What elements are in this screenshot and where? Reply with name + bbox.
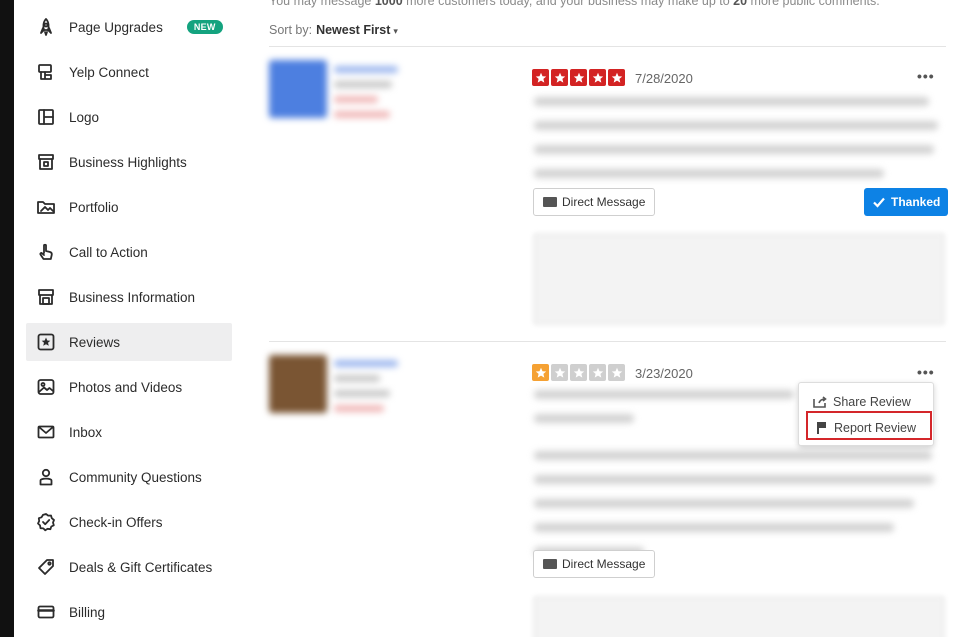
star-rating [532, 364, 625, 381]
sidebar-item-community-questions[interactable]: Community Questions [26, 458, 232, 496]
share-icon [813, 396, 827, 408]
reviewer-info-blurred [334, 360, 404, 420]
reviews-main: You may message 1000 more customers toda… [266, 0, 949, 637]
envelope-icon [35, 421, 57, 443]
sidebar-item-label: Check-in Offers [69, 514, 163, 530]
envelope-icon [543, 197, 557, 207]
star-filled-icon [570, 69, 587, 86]
star-filled-icon [532, 364, 549, 381]
sidebar-item-label: Logo [69, 109, 100, 125]
more-options-menu[interactable]: ••• [917, 68, 935, 84]
sidebar-item-label: Portfolio [69, 199, 119, 215]
more-options-menu[interactable]: ••• [917, 364, 935, 380]
star-empty-icon [570, 364, 587, 381]
photo-icon [35, 376, 57, 398]
sidebar-item-label: Page Upgrades [69, 19, 163, 35]
sidebar-item-inbox[interactable]: Inbox [26, 413, 232, 451]
sort-control: Sort by: Newest First ▾ [269, 23, 398, 37]
sidebar-item-call-to-action[interactable]: Call to Action [26, 233, 232, 271]
divider [269, 46, 946, 47]
sidebar-item-business-highlights[interactable]: Business Highlights [26, 143, 232, 181]
star-filled-icon [551, 69, 568, 86]
sidebar-item-label: Reviews [69, 334, 121, 350]
caret-down-icon[interactable]: ▾ [393, 26, 398, 36]
sidebar-item-deals-gift-certificates[interactable]: Deals & Gift Certificates [26, 548, 232, 586]
reviewer-avatar[interactable] [269, 355, 327, 413]
direct-message-button[interactable]: Direct Message [533, 550, 656, 578]
reply-box[interactable] [533, 233, 945, 325]
tap-icon [35, 241, 57, 263]
star-filled-icon [608, 69, 625, 86]
storefront-icon [35, 286, 57, 308]
highlight-annotation [806, 411, 932, 440]
people-icon [35, 466, 57, 488]
sort-label: Sort by: [269, 23, 313, 37]
sidebar-item-label: Community Questions [69, 469, 202, 485]
star-filled-icon [589, 69, 606, 86]
sidebar-item-label: Photos and Videos [69, 379, 183, 395]
reply-box[interactable] [533, 596, 945, 637]
star-empty-icon [551, 364, 568, 381]
review-text-blurred [534, 97, 940, 193]
star-box-icon [35, 331, 57, 353]
sidebar-nav: Page Upgrades NEW Yelp Connect Logo Busi… [26, 0, 232, 637]
logo-icon [35, 106, 57, 128]
envelope-icon [543, 559, 557, 569]
tag-icon [35, 556, 57, 578]
star-empty-icon [589, 364, 606, 381]
message-quota-note: You may message 1000 more customers toda… [269, 0, 880, 8]
highlights-icon [35, 151, 57, 173]
sidebar-item-check-in-offers[interactable]: Check-in Offers [26, 503, 232, 541]
window-edge [0, 0, 14, 637]
direct-message-button[interactable]: Direct Message [533, 188, 656, 216]
sidebar-item-label: Call to Action [69, 244, 148, 260]
star-empty-icon [608, 364, 625, 381]
check-badge-icon [35, 511, 57, 533]
sidebar-item-label: Yelp Connect [69, 64, 149, 80]
sidebar-item-billing[interactable]: Billing [26, 593, 232, 631]
reviewer-avatar[interactable] [269, 60, 327, 118]
megaphone-icon [35, 61, 57, 83]
sidebar-item-logo[interactable]: Logo [26, 98, 232, 136]
portfolio-icon [35, 196, 57, 218]
sort-dropdown[interactable]: Newest First [316, 23, 390, 37]
sidebar-item-label: Billing [69, 604, 106, 620]
sidebar-item-business-information[interactable]: Business Information [26, 278, 232, 316]
divider [269, 341, 946, 342]
sidebar-item-label: Business Highlights [69, 154, 187, 170]
sidebar-item-reviews[interactable]: Reviews [26, 323, 232, 361]
star-rating [532, 69, 625, 86]
sidebar-item-label: Business Information [69, 289, 196, 305]
thanked-button[interactable]: Thanked [864, 188, 949, 216]
sidebar-item-photos-and-videos[interactable]: Photos and Videos [26, 368, 232, 406]
credit-card-icon [35, 601, 57, 623]
sidebar-item-label: Inbox [69, 424, 103, 440]
sidebar-item-page-upgrades[interactable]: Page Upgrades NEW [26, 8, 232, 46]
rocket-icon [35, 16, 57, 38]
new-badge: NEW [186, 20, 223, 34]
review-date: 3/23/2020 [635, 366, 693, 381]
sidebar-item-portfolio[interactable]: Portfolio [26, 188, 232, 226]
share-review-option[interactable]: Share Review [813, 395, 911, 409]
sidebar-item-label: Deals & Gift Certificates [69, 559, 213, 575]
sidebar-item-yelp-connect[interactable]: Yelp Connect [26, 53, 232, 91]
review-date: 7/28/2020 [635, 71, 693, 86]
reviewer-info-blurred [334, 66, 404, 126]
checkmark-icon [873, 197, 885, 208]
star-filled-icon [532, 69, 549, 86]
